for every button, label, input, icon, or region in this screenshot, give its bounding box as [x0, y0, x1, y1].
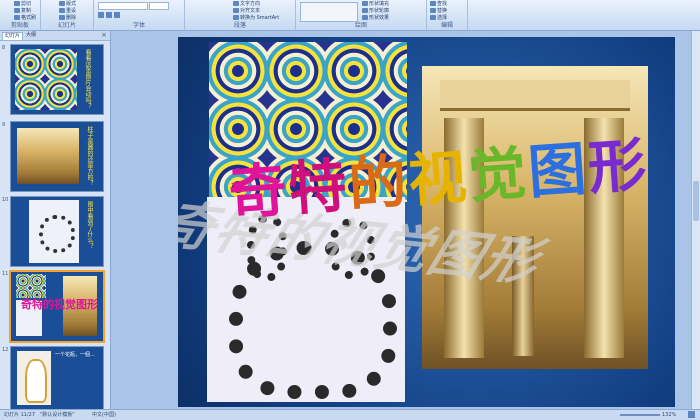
font-size-select[interactable] — [149, 2, 169, 10]
title-char: 觉 — [465, 138, 531, 211]
thumb-caption: 一个花瓶，一個... — [55, 352, 95, 358]
slide-counter: 幻灯片 11/27 — [4, 412, 35, 418]
slide-editing-area: 奇特的视觉图形 奇特的视觉图形 — [112, 31, 700, 409]
find-button[interactable]: 查找 — [430, 1, 447, 8]
fit-window-icon[interactable] — [688, 411, 695, 418]
title-char: 的 — [346, 147, 411, 220]
fill-icon — [362, 1, 368, 6]
drawing-label: 绘图 — [354, 22, 367, 29]
slide-canvas[interactable]: 奇特的视觉图形 奇特的视觉图形 — [178, 37, 675, 407]
smartart-icon — [233, 15, 239, 20]
editing-group: 查找 替换 选择 编辑 — [427, 0, 468, 30]
temple-image — [17, 128, 79, 184]
font-label: 字体 — [132, 22, 145, 29]
close-panel-icon[interactable]: × — [101, 31, 107, 39]
replace-icon — [430, 8, 436, 13]
slides-label: 幻灯片 — [57, 22, 76, 29]
align-text-button[interactable]: 对齐文本 — [233, 8, 260, 15]
replace-button[interactable]: 替换 — [430, 8, 447, 15]
reset-button[interactable]: 重设 — [59, 8, 76, 15]
slide-thumbnail[interactable]: 柱子是圆的还是方的？ — [10, 121, 104, 192]
thumb-caption: 图中看到了什么？ — [86, 201, 93, 249]
thumb-number: 10 — [2, 197, 9, 203]
tab-slides[interactable]: 幻灯片 — [2, 32, 24, 40]
reset-icon — [59, 8, 65, 13]
format-painter-button[interactable]: 格式刷 — [14, 15, 36, 22]
layout-button[interactable]: 版式 — [59, 1, 76, 8]
slides-group: 版式 重设 删除 幻灯片 — [41, 0, 94, 30]
text-direction-icon — [233, 1, 239, 6]
delete-icon — [59, 15, 65, 20]
delete-button[interactable]: 删除 — [59, 15, 76, 22]
thumb-number: 9 — [2, 122, 6, 128]
title-char: 图 — [525, 134, 591, 207]
illusion-pattern-image — [16, 274, 46, 298]
thumb-caption: 柱子是圆的还是方的？ — [86, 126, 93, 186]
illusion-pattern-image — [15, 49, 77, 110]
zoom-level[interactable]: 132% — [662, 411, 676, 419]
cut-button[interactable]: 剪切 — [14, 1, 31, 8]
ambiguous-figure-image — [29, 200, 79, 263]
text-direction-button[interactable]: 文字方向 — [233, 1, 260, 8]
thumb-caption: 看看这张图片会动吗？ — [84, 49, 91, 109]
find-icon — [430, 1, 436, 6]
language-indicator[interactable]: 中文(中国) — [92, 411, 116, 419]
title-char: 形 — [585, 130, 651, 203]
font-name-select[interactable] — [98, 2, 148, 10]
title-char: 视 — [406, 142, 471, 215]
tab-outline[interactable]: 大纲 — [24, 32, 38, 39]
title-char: 奇 — [226, 155, 292, 228]
clipboard-group: 剪切 复制 格式刷 剪贴板 — [0, 0, 41, 30]
layout-icon — [59, 1, 65, 6]
outline-icon — [362, 8, 368, 13]
panel-tabs: 幻灯片 大纲 × — [0, 31, 110, 41]
shape-effects-button[interactable]: 形状效果 — [362, 15, 389, 22]
align-icon — [233, 8, 239, 13]
status-bar: 幻灯片 11/27 "默认设计模板" 中文(中国) 132% — [0, 409, 700, 420]
underline-button[interactable] — [114, 12, 120, 18]
smartart-button[interactable]: 转换为 SmartArt — [233, 15, 279, 22]
paragraph-group: 文字方向 对齐文本 转换为 SmartArt 段落 — [185, 0, 296, 30]
select-icon — [430, 15, 436, 20]
slide-thumbnail[interactable]: 看看这张图片会动吗？ — [10, 44, 104, 115]
shape-fill-button[interactable]: 形状填充 — [362, 1, 389, 8]
drawing-group: 形状填充 形状轮廓 形状效果 绘图 — [296, 0, 427, 30]
vertical-scrollbar[interactable] — [691, 31, 700, 409]
copy-button[interactable]: 复制 — [14, 8, 31, 15]
scissors-icon — [14, 1, 20, 6]
brush-icon — [14, 15, 20, 20]
zoom-slider[interactable] — [620, 414, 660, 416]
theme-name: "默认设计模板" — [40, 412, 75, 418]
scrollbar-thumb[interactable] — [693, 181, 699, 221]
thumb-caption: 奇特的视觉图形 — [21, 298, 98, 311]
italic-button[interactable] — [106, 12, 112, 18]
copy-icon — [14, 8, 20, 13]
ribbon: 剪切 复制 格式刷 剪贴板 版式 重设 删除 幻灯片 字体 文字方向 对齐文本 … — [0, 0, 700, 31]
editing-label: 编辑 — [440, 22, 453, 29]
thumb-number: 11 — [2, 271, 9, 277]
font-group: 字体 — [94, 0, 185, 30]
slide-thumbnail[interactable]: 图中看到了什么？ — [10, 196, 104, 267]
slide-thumbnail-selected[interactable]: 奇特的视觉图形 — [9, 270, 105, 343]
title-char: 特 — [286, 151, 351, 224]
vase-image — [17, 351, 51, 405]
paragraph-label: 段落 — [233, 22, 246, 29]
shape-outline-button[interactable]: 形状轮廓 — [362, 8, 389, 15]
select-button[interactable]: 选择 — [430, 15, 447, 22]
slides-panel: 幻灯片 大纲 × 8 看看这张图片会动吗？ 9 柱子是圆的还是方的？ 10 图中… — [0, 31, 111, 410]
bold-button[interactable] — [98, 12, 104, 18]
thumb-number: 12 — [2, 347, 9, 353]
slide-thumbnail[interactable]: 一个花瓶，一個... — [10, 346, 104, 410]
effects-icon — [362, 15, 368, 20]
thumb-number: 8 — [2, 45, 6, 51]
clipboard-label: 剪贴板 — [10, 22, 29, 29]
shapes-gallery[interactable] — [300, 2, 358, 22]
